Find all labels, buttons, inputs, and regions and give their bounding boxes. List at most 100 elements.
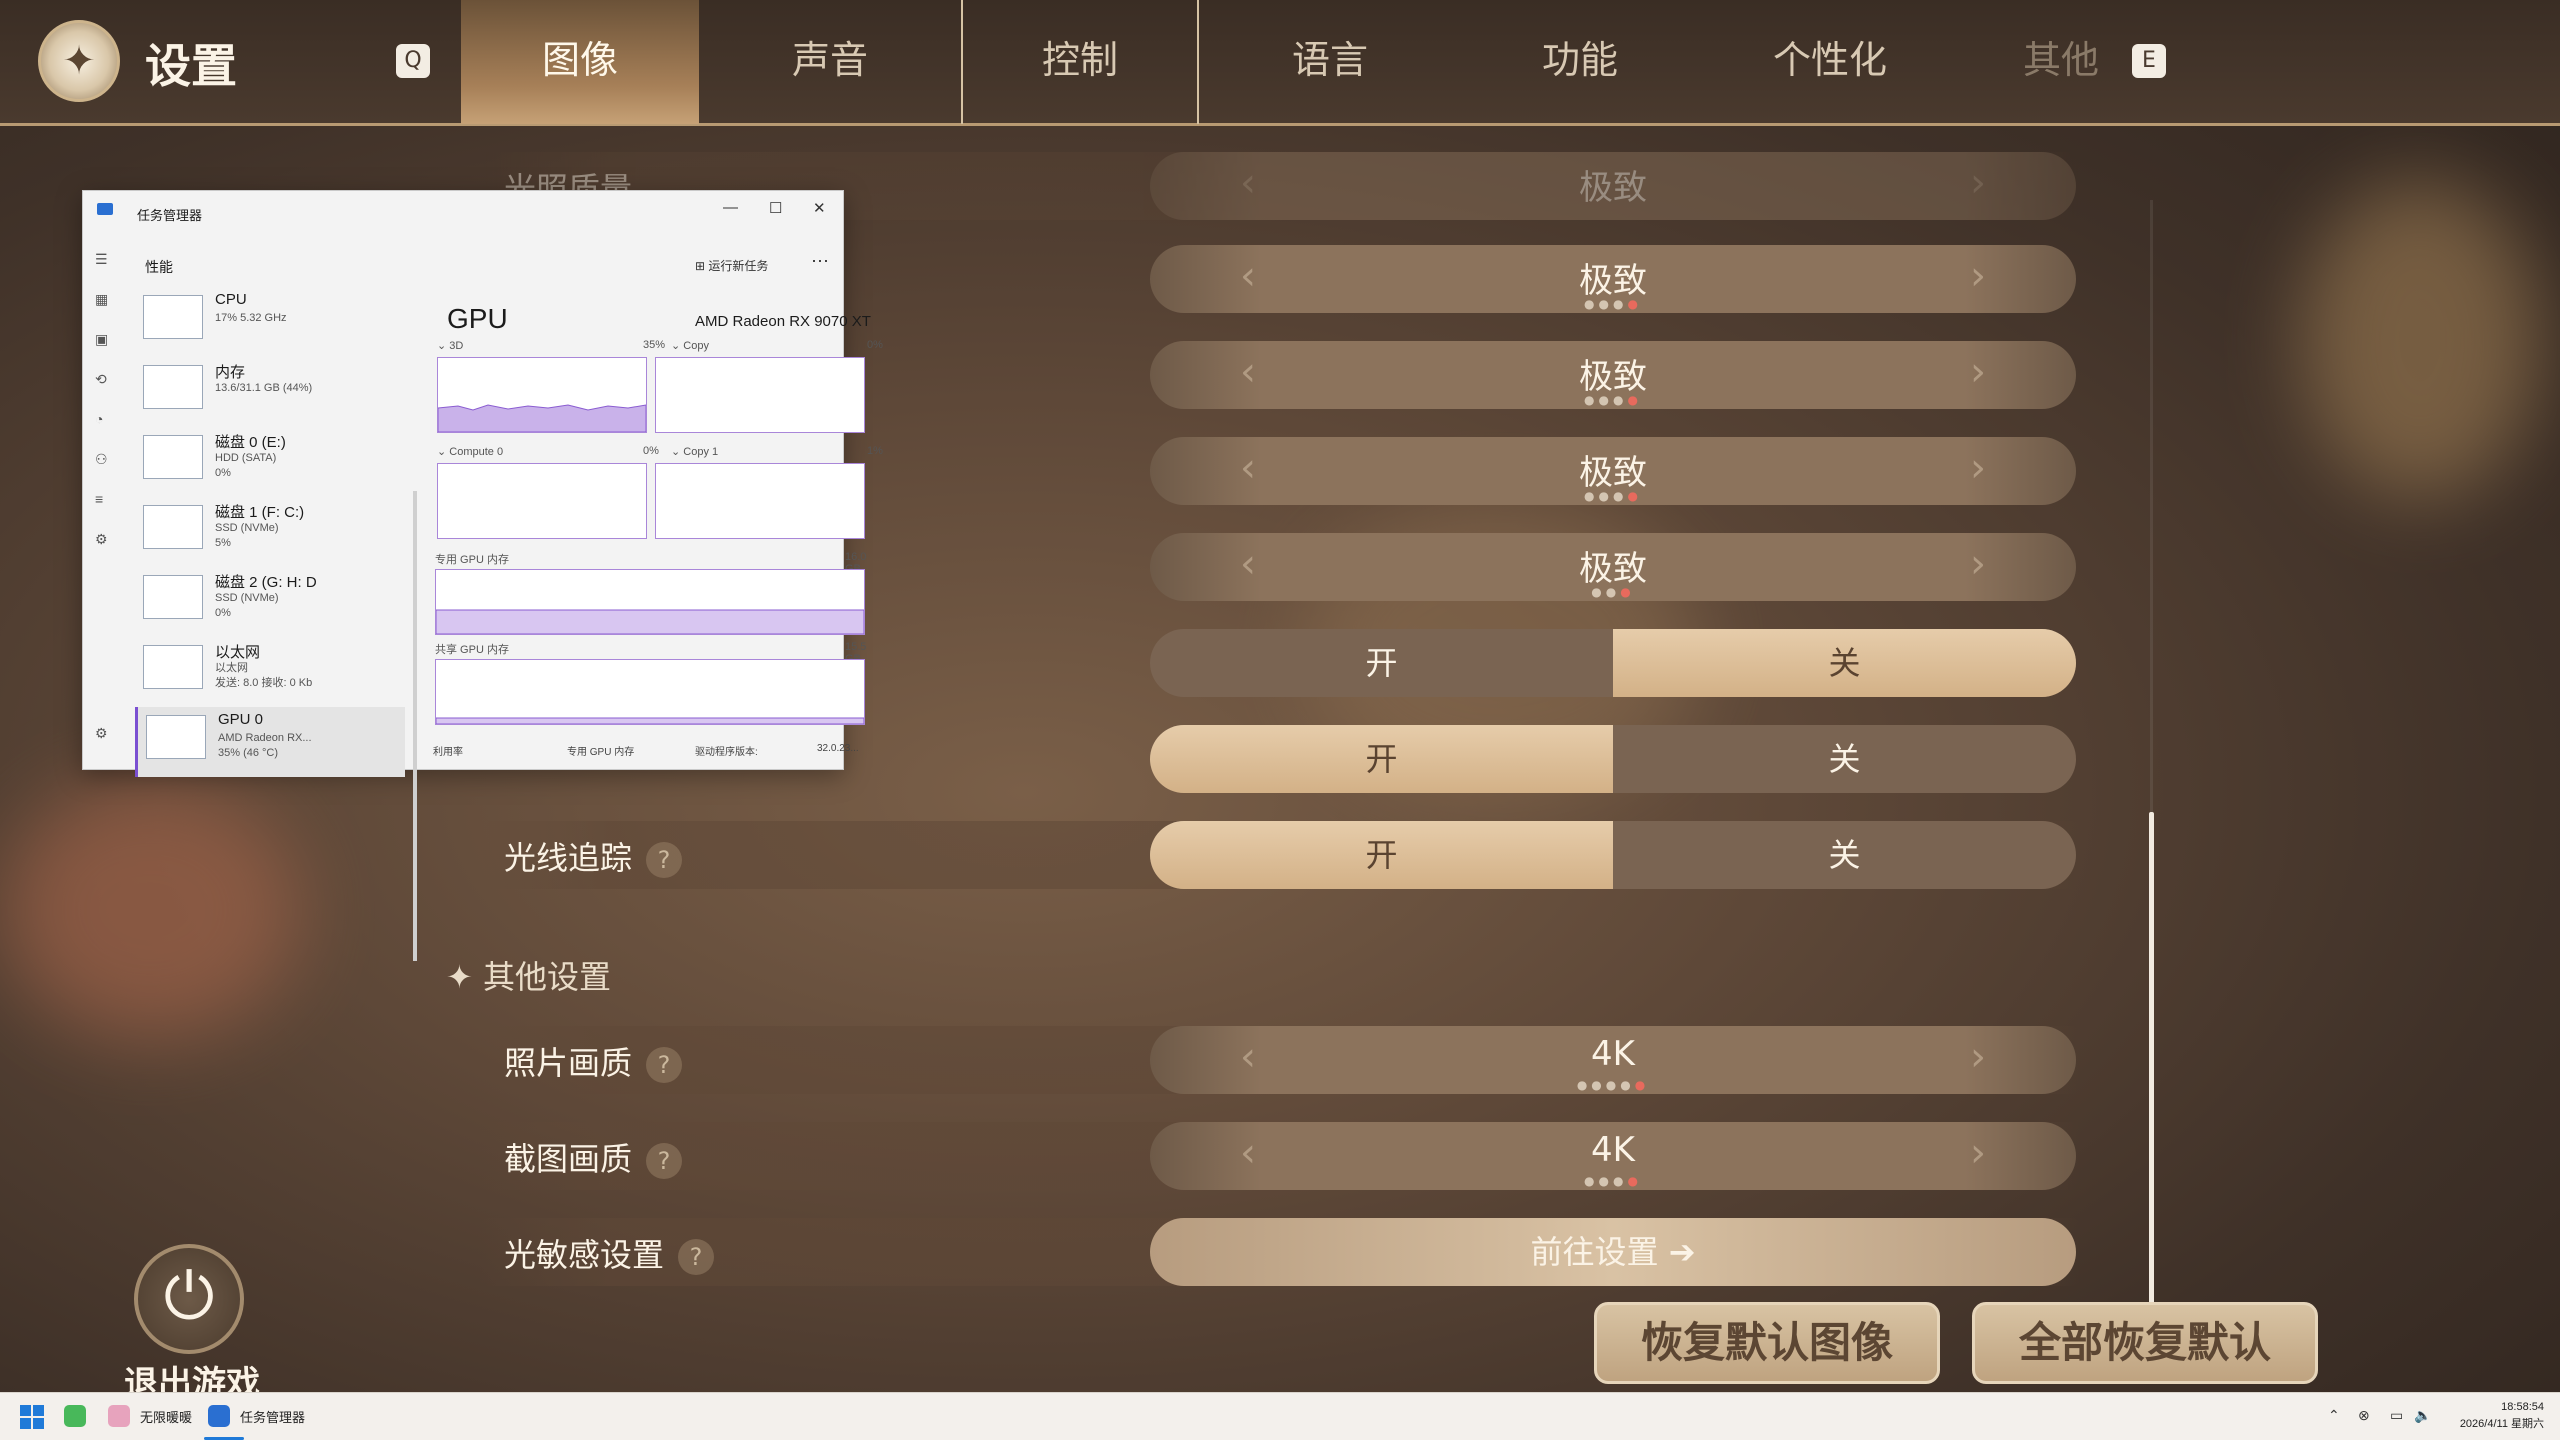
- windows-taskbar: 无限暖暖 任务管理器 ⌃ ⊗ ▭ 🔈 18:58:54 2026/4/11 星期…: [0, 1392, 2560, 1440]
- details-icon[interactable]: ≡: [95, 491, 103, 507]
- tray-app-icon[interactable]: ⊗: [2358, 1407, 2370, 1424]
- maximize-icon[interactable]: ☐: [769, 199, 782, 217]
- processes-icon[interactable]: ▦: [95, 291, 108, 308]
- engine-compute0-dropdown[interactable]: ⌄ Compute 0: [437, 445, 503, 458]
- quality-selector-2[interactable]: ‹ 极致 ●●●● ›: [1150, 341, 2076, 409]
- list-item-disk-1[interactable]: 磁盘 1 (F: C:) SSD (NVMe) 5%: [135, 497, 405, 567]
- quality-selector-4[interactable]: ‹ 极致 ●●● ›: [1150, 533, 2076, 601]
- list-item-disk-0[interactable]: 磁盘 0 (E:) HDD (SATA) 0%: [135, 427, 405, 497]
- tab-sound[interactable]: 声音: [711, 0, 949, 124]
- gpu-compute0-graph: [437, 463, 647, 539]
- page-title: 设置: [145, 39, 237, 93]
- toggle-on-option[interactable]: 开: [1150, 821, 1613, 889]
- tab-image[interactable]: 图像: [461, 0, 699, 124]
- engine-3d-percent: 35%: [643, 339, 666, 351]
- run-new-task-button[interactable]: ⊞ 运行新任务: [695, 257, 768, 274]
- help-icon[interactable]: ?: [678, 1239, 715, 1275]
- taskbar-app-game[interactable]: 无限暖暖: [140, 1407, 192, 1426]
- tab-other[interactable]: 其他: [1961, 0, 2161, 124]
- engine-copy1-dropdown[interactable]: ⌄ Copy 1: [671, 445, 718, 458]
- toggle-off-option[interactable]: 关: [1613, 725, 2076, 793]
- list-item-memory[interactable]: 内存 13.6/31.1 GB (44%): [135, 357, 405, 427]
- tab-personalize[interactable]: 个性化: [1711, 0, 1949, 124]
- volume-icon[interactable]: 🔈: [2414, 1407, 2431, 1424]
- more-options-icon[interactable]: ⋯: [811, 251, 829, 272]
- lighting-quality-selector[interactable]: ‹ 极致 ›: [1150, 152, 2076, 220]
- toggle-on-option[interactable]: 开: [1150, 629, 1613, 697]
- engine-compute0-percent: 0%: [643, 445, 659, 457]
- start-logo-tile: [33, 1418, 44, 1429]
- list-item-disk-2[interactable]: 磁盘 2 (G: H: D SSD (NVMe) 0%: [135, 567, 405, 637]
- scrollbar-thumb[interactable]: [2149, 812, 2154, 1322]
- taskbar-clock[interactable]: 18:58:54 2026/4/11 星期六: [2444, 1399, 2544, 1433]
- chevron-right-icon[interactable]: ›: [1970, 445, 1986, 491]
- restore-default-image-button[interactable]: 恢复默认图像: [1594, 1302, 1940, 1384]
- game-app-icon[interactable]: [108, 1405, 130, 1427]
- settings-gear-icon[interactable]: ⚙: [95, 725, 108, 742]
- chevron-right-icon[interactable]: ›: [1970, 160, 1986, 206]
- chevron-right-icon[interactable]: ›: [1970, 541, 1986, 587]
- engine-label: Copy: [683, 340, 709, 352]
- startup-apps-icon[interactable]: ◔: [95, 411, 103, 427]
- minimize-icon[interactable]: —: [723, 199, 738, 216]
- quality-selector-3[interactable]: ‹ 极致 ●●●● ›: [1150, 437, 2076, 505]
- toggle-off-option[interactable]: 关: [1613, 629, 2076, 697]
- footer-dedicated-label: 专用 GPU 内存: [567, 747, 635, 758]
- toggle-off-option[interactable]: 关: [1613, 821, 2076, 889]
- hamburger-menu-icon[interactable]: ☰: [95, 251, 108, 268]
- toggle-row-1[interactable]: 开 关: [1150, 629, 2076, 697]
- help-icon[interactable]: ?: [646, 1047, 683, 1083]
- task-manager-window[interactable]: 任务管理器 — ☐ ✕ ☰ ▦ ▣ ⟲ ◔ ⚇ ≡ ⚙ ⚙ 性能 ⊞ 运行新任务…: [82, 190, 883, 961]
- network-icon[interactable]: ▭: [2390, 1407, 2403, 1424]
- selector-value: 4K: [1591, 1034, 1635, 1074]
- goto-settings-button[interactable]: 前往设置 ➔: [1150, 1218, 2076, 1286]
- item-sub: SSD (NVMe) 5%: [215, 522, 279, 549]
- engine-copy-dropdown[interactable]: ⌄ Copy: [671, 339, 709, 352]
- chevron-right-icon[interactable]: ›: [1970, 1034, 1986, 1080]
- chevron-right-icon[interactable]: ›: [1970, 253, 1986, 299]
- ethernet-thumbnail-graph: [143, 645, 203, 689]
- screenshot-quality-selector[interactable]: ‹ 4K ●●●● ›: [1150, 1122, 2076, 1190]
- engine-3d-dropdown[interactable]: ⌄ 3D: [437, 339, 463, 352]
- task-manager-taskbar-icon[interactable]: [208, 1405, 230, 1427]
- engine-copy1-percent: 1%: [867, 445, 883, 457]
- task-manager-titlebar[interactable]: 任务管理器 — ☐ ✕: [83, 191, 843, 225]
- help-icon[interactable]: ?: [646, 842, 683, 878]
- toggle-row-2[interactable]: 开 关: [1150, 725, 2076, 793]
- performance-icon[interactable]: ▣: [95, 331, 108, 348]
- chevron-right-icon[interactable]: ›: [1970, 349, 1986, 395]
- ray-tracing-label: 光线追踪?: [504, 833, 683, 879]
- ray-tracing-toggle[interactable]: 开 关: [1150, 821, 2076, 889]
- pane-splitter[interactable]: [413, 491, 417, 961]
- start-menu-icon[interactable]: [20, 1405, 44, 1429]
- tab-controls[interactable]: 控制: [961, 0, 1199, 124]
- close-icon[interactable]: ✕: [813, 199, 826, 217]
- services-icon[interactable]: ⚙: [95, 531, 108, 548]
- quality-selector-1[interactable]: ‹ 极致 ●●●● ›: [1150, 245, 2076, 313]
- list-item-cpu[interactable]: CPU 17% 5.32 GHz: [135, 287, 405, 357]
- tab-features[interactable]: 功能: [1461, 0, 1699, 124]
- tab-language[interactable]: 语言: [1211, 0, 1449, 124]
- taskbar-app-task-manager[interactable]: 任务管理器: [240, 1407, 305, 1426]
- shared-memory-graph: [435, 659, 865, 725]
- chevron-right-icon[interactable]: ›: [1970, 1130, 1986, 1176]
- light-sensitivity-label: 光敏感设置?: [504, 1230, 715, 1276]
- setting-label-text: 照片画质: [504, 1044, 633, 1082]
- level-dots: ●●●●: [1584, 297, 1642, 311]
- chevron-up-icon[interactable]: ⌃: [2328, 1407, 2340, 1424]
- section-title-other: ✦ 其他设置: [446, 958, 611, 996]
- help-icon[interactable]: ?: [646, 1143, 683, 1179]
- toggle-on-option[interactable]: 开: [1150, 725, 1613, 793]
- list-item-gpu-0[interactable]: GPU 0 AMD Radeon RX... 35% (46 °C): [135, 707, 405, 777]
- gpu-copy1-graph: [655, 463, 865, 539]
- settings-logo-icon[interactable]: ✦: [38, 20, 120, 102]
- restore-all-defaults-button[interactable]: 全部恢复默认: [1972, 1302, 2318, 1384]
- users-icon[interactable]: ⚇: [95, 451, 108, 468]
- power-icon[interactable]: ⏻: [134, 1244, 244, 1354]
- app-history-icon[interactable]: ⟲: [95, 371, 107, 388]
- photo-quality-selector[interactable]: ‹ 4K ●●●●● ›: [1150, 1026, 2076, 1094]
- item-sub: 13.6/31.1 GB (44%): [215, 382, 313, 394]
- pinned-app-icon[interactable]: [64, 1405, 86, 1427]
- selector-value: 极致: [1579, 261, 1647, 301]
- list-item-ethernet[interactable]: 以太网 以太网 发送: 8.0 接收: 0 Kb: [135, 637, 405, 707]
